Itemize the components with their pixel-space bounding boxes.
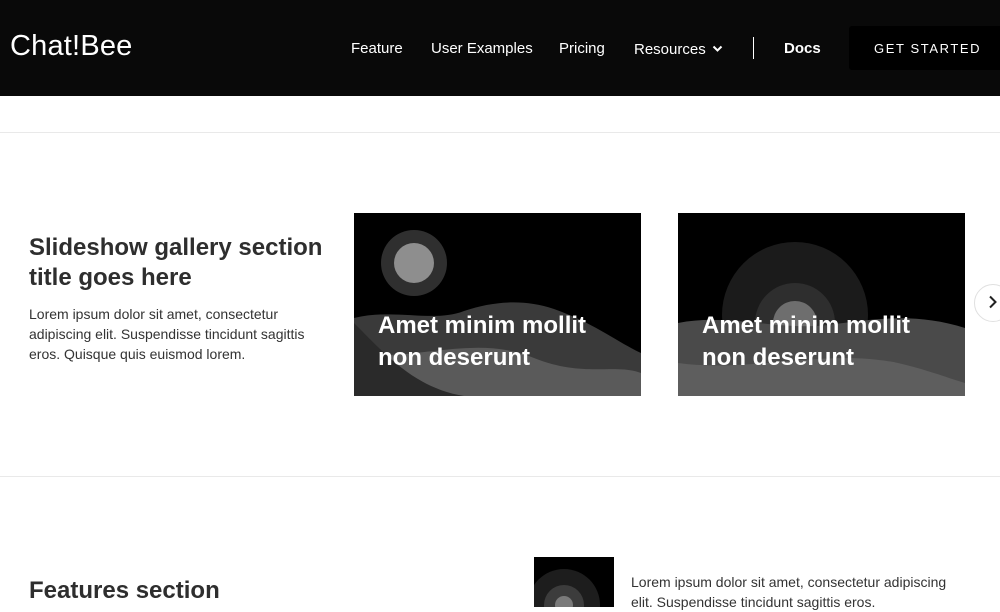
gallery-section-description: Lorem ipsum dolor sit amet, consectetur … [29,306,305,362]
nav-link-pricing[interactable]: Pricing [559,40,605,57]
nav-dropdown-resources[interactable]: Resources [634,40,723,58]
chevron-down-icon [712,40,723,57]
gallery-card[interactable]: Amet minim mollit non deserunt [354,213,641,396]
nav-link-feature[interactable]: Feature [351,40,403,57]
gallery-card-caption: Amet minim mollit non deserunt [378,312,587,371]
nav-link-docs[interactable]: Docs [784,40,821,57]
nav-link-user-examples[interactable]: User Examples [431,40,533,57]
feature-item-text: Lorem ipsum dolor sit amet, consectetur … [631,574,947,610]
features-section-title: Features section [29,577,220,604]
nav-divider [753,37,754,59]
brand-logo[interactable]: Chat!Bee [10,30,133,63]
feature-image-placeholder [534,557,614,607]
gallery-section-title: Slideshow gallery section title goes her… [29,234,323,291]
section-divider [0,476,1000,477]
gallery-card[interactable]: Amet minim mollit non deserunt [678,213,965,396]
nav-link-resources-label: Resources [634,41,706,58]
section-divider [0,132,1000,133]
gallery-card-caption: Amet minim mollit non deserunt [702,312,911,371]
top-navbar: Chat!Bee Feature User Examples Pricing R… [0,0,1000,96]
chevron-right-icon [988,293,998,314]
get-started-button[interactable]: GET STARTED [849,26,1000,70]
slideshow-next-button[interactable] [974,284,1000,322]
